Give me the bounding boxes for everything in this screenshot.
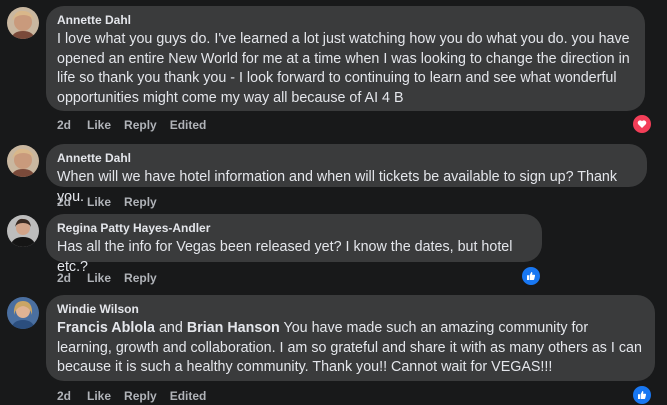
comment-bubble: Annette Dahl When will we have hotel inf… [46, 144, 647, 205]
avatar[interactable] [7, 7, 39, 39]
comment-time[interactable]: 2d [57, 271, 71, 285]
avatar[interactable] [7, 215, 39, 247]
comment-actions: 2d Like Reply [57, 271, 170, 285]
like-button[interactable]: Like [87, 195, 111, 209]
comment-author[interactable]: Windie Wilson [57, 302, 643, 317]
mention-link[interactable]: Francis Ablola [57, 320, 155, 336]
comment-actions: 2d Like Reply [57, 195, 170, 209]
comment-author[interactable]: Annette Dahl [57, 13, 633, 28]
edited-label[interactable]: Edited [170, 389, 207, 403]
reply-button[interactable]: Reply [124, 271, 157, 285]
comment-bubble: Regina Patty Hayes-Andler Has all the in… [46, 214, 542, 275]
edited-label[interactable]: Edited [170, 118, 207, 132]
comment-time[interactable]: 2d [57, 118, 71, 132]
reply-button[interactable]: Reply [124, 195, 157, 209]
comment-author[interactable]: Annette Dahl [57, 151, 635, 166]
like-button[interactable]: Like [87, 271, 111, 285]
like-icon[interactable] [633, 386, 651, 404]
comment-actions: 2d Like Reply Edited [57, 389, 219, 403]
like-button[interactable]: Like [87, 389, 111, 403]
avatar[interactable] [7, 297, 39, 329]
comment-actions: 2d Like Reply Edited [57, 118, 219, 132]
like-button[interactable]: Like [87, 118, 111, 132]
reply-button[interactable]: Reply [124, 389, 157, 403]
like-icon[interactable] [522, 267, 540, 285]
love-icon[interactable] [633, 115, 651, 133]
comment-author[interactable]: Regina Patty Hayes-Andler [57, 221, 530, 236]
comment-time[interactable]: 2d [57, 195, 71, 209]
mention-link[interactable]: Brian Hanson [187, 320, 280, 336]
comment-text: Francis Ablola and Brian Hanson You have… [57, 319, 643, 378]
comment-bubble: Windie Wilson Francis Ablola and Brian H… [46, 295, 655, 381]
comment-text: I love what you guys do. I've learned a … [57, 31, 630, 106]
comment-time[interactable]: 2d [57, 389, 71, 403]
mention-conjunction: and [158, 320, 183, 336]
comment-bubble: Annette Dahl I love what you guys do. I'… [46, 6, 645, 111]
reply-button[interactable]: Reply [124, 118, 157, 132]
avatar[interactable] [7, 145, 39, 177]
